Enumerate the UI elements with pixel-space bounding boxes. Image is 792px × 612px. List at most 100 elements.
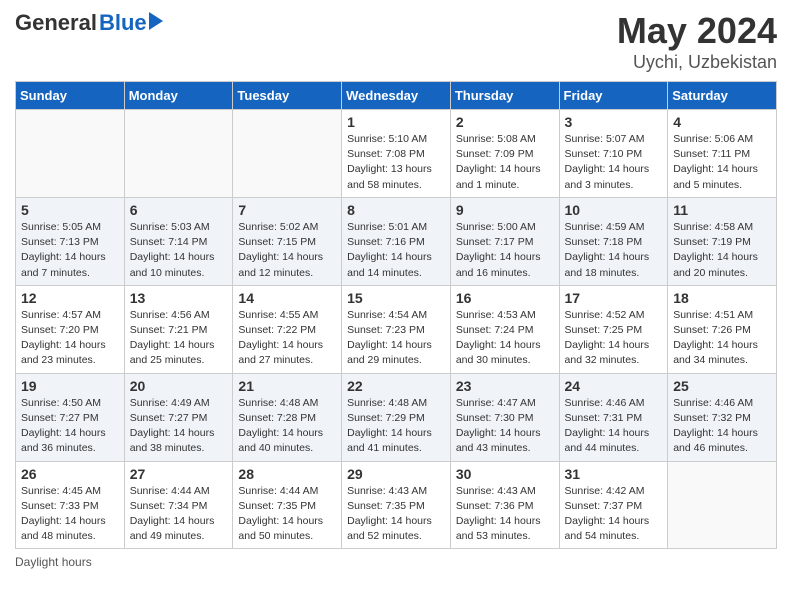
day-info: Sunrise: 4:47 AMSunset: 7:30 PMDaylight:… bbox=[456, 396, 554, 457]
day-number: 19 bbox=[21, 378, 119, 394]
day-info: Sunrise: 4:59 AMSunset: 7:18 PMDaylight:… bbox=[565, 220, 663, 281]
footer: Daylight hours bbox=[15, 555, 777, 569]
day-number: 31 bbox=[565, 466, 663, 482]
calendar-cell bbox=[124, 110, 233, 198]
day-info: Sunrise: 4:44 AMSunset: 7:34 PMDaylight:… bbox=[130, 484, 228, 545]
day-number: 24 bbox=[565, 378, 663, 394]
calendar-week-row: 19 Sunrise: 4:50 AMSunset: 7:27 PMDayligh… bbox=[16, 373, 777, 461]
calendar-week-row: 1 Sunrise: 5:10 AMSunset: 7:08 PMDaylight… bbox=[16, 110, 777, 198]
day-number: 3 bbox=[565, 114, 663, 130]
day-number: 6 bbox=[130, 202, 228, 218]
day-number: 8 bbox=[347, 202, 445, 218]
day-number: 18 bbox=[673, 290, 771, 306]
calendar-cell: 1 Sunrise: 5:10 AMSunset: 7:08 PMDaylight… bbox=[342, 110, 451, 198]
day-info: Sunrise: 4:42 AMSunset: 7:37 PMDaylight:… bbox=[565, 484, 663, 545]
day-info: Sunrise: 4:49 AMSunset: 7:27 PMDaylight:… bbox=[130, 396, 228, 457]
calendar-cell: 25 Sunrise: 4:46 AMSunset: 7:32 PMDayligh… bbox=[668, 373, 777, 461]
weekday-header-row: SundayMondayTuesdayWednesdayThursdayFrid… bbox=[16, 82, 777, 110]
calendar-cell: 2 Sunrise: 5:08 AMSunset: 7:09 PMDaylight… bbox=[450, 110, 559, 198]
calendar-cell: 20 Sunrise: 4:49 AMSunset: 7:27 PMDayligh… bbox=[124, 373, 233, 461]
day-number: 30 bbox=[456, 466, 554, 482]
day-number: 23 bbox=[456, 378, 554, 394]
day-info: Sunrise: 4:45 AMSunset: 7:33 PMDaylight:… bbox=[21, 484, 119, 545]
weekday-header: Sunday bbox=[16, 82, 125, 110]
day-number: 16 bbox=[456, 290, 554, 306]
calendar-cell: 19 Sunrise: 4:50 AMSunset: 7:27 PMDayligh… bbox=[16, 373, 125, 461]
day-number: 22 bbox=[347, 378, 445, 394]
day-info: Sunrise: 4:51 AMSunset: 7:26 PMDaylight:… bbox=[673, 308, 771, 369]
day-info: Sunrise: 4:52 AMSunset: 7:25 PMDaylight:… bbox=[565, 308, 663, 369]
calendar-cell: 8 Sunrise: 5:01 AMSunset: 7:16 PMDaylight… bbox=[342, 197, 451, 285]
day-info: Sunrise: 4:48 AMSunset: 7:29 PMDaylight:… bbox=[347, 396, 445, 457]
day-info: Sunrise: 5:01 AMSunset: 7:16 PMDaylight:… bbox=[347, 220, 445, 281]
calendar-cell: 17 Sunrise: 4:52 AMSunset: 7:25 PMDayligh… bbox=[559, 285, 668, 373]
weekday-header: Friday bbox=[559, 82, 668, 110]
header: General Blue May 2024 Uychi, Uzbekistan bbox=[15, 10, 777, 73]
weekday-header: Monday bbox=[124, 82, 233, 110]
day-number: 25 bbox=[673, 378, 771, 394]
day-number: 1 bbox=[347, 114, 445, 130]
calendar-cell: 23 Sunrise: 4:47 AMSunset: 7:30 PMDayligh… bbox=[450, 373, 559, 461]
calendar-week-row: 5 Sunrise: 5:05 AMSunset: 7:13 PMDaylight… bbox=[16, 197, 777, 285]
calendar-cell: 16Sunrise: 4:53 AMSunset: 7:24 PMDayligh… bbox=[450, 285, 559, 373]
calendar-cell: 6Sunrise: 5:03 AMSunset: 7:14 PMDaylight… bbox=[124, 197, 233, 285]
day-number: 10 bbox=[565, 202, 663, 218]
calendar-cell: 22 Sunrise: 4:48 AMSunset: 7:29 PMDayligh… bbox=[342, 373, 451, 461]
day-number: 27 bbox=[130, 466, 228, 482]
day-info: Sunrise: 5:10 AMSunset: 7:08 PMDaylight:… bbox=[347, 132, 445, 193]
calendar-cell: 4Sunrise: 5:06 AMSunset: 7:11 PMDaylight… bbox=[668, 110, 777, 198]
calendar-cell: 24 Sunrise: 4:46 AMSunset: 7:31 PMDayligh… bbox=[559, 373, 668, 461]
day-number: 7 bbox=[238, 202, 336, 218]
day-number: 14 bbox=[238, 290, 336, 306]
weekday-header: Thursday bbox=[450, 82, 559, 110]
day-number: 13 bbox=[130, 290, 228, 306]
day-info: Sunrise: 4:48 AMSunset: 7:28 PMDaylight:… bbox=[238, 396, 336, 457]
calendar-cell: 12 Sunrise: 4:57 AMSunset: 7:20 PMDayligh… bbox=[16, 285, 125, 373]
day-number: 26 bbox=[21, 466, 119, 482]
day-number: 20 bbox=[130, 378, 228, 394]
day-number: 5 bbox=[21, 202, 119, 218]
logo-blue: Blue bbox=[99, 10, 147, 36]
calendar-cell: 13Sunrise: 4:56 AMSunset: 7:21 PMDayligh… bbox=[124, 285, 233, 373]
logo-text: General Blue bbox=[15, 10, 163, 36]
calendar-cell bbox=[16, 110, 125, 198]
logo: General Blue bbox=[15, 10, 163, 36]
weekday-header: Wednesday bbox=[342, 82, 451, 110]
day-info: Sunrise: 4:55 AMSunset: 7:22 PMDaylight:… bbox=[238, 308, 336, 369]
day-info: Sunrise: 5:05 AMSunset: 7:13 PMDaylight:… bbox=[21, 220, 119, 281]
calendar-cell: 7Sunrise: 5:02 AMSunset: 7:15 PMDaylight… bbox=[233, 197, 342, 285]
calendar-cell: 9 Sunrise: 5:00 AMSunset: 7:17 PMDaylight… bbox=[450, 197, 559, 285]
day-info: Sunrise: 4:44 AMSunset: 7:35 PMDaylight:… bbox=[238, 484, 336, 545]
day-info: Sunrise: 5:08 AMSunset: 7:09 PMDaylight:… bbox=[456, 132, 554, 193]
calendar-cell: 14 Sunrise: 4:55 AMSunset: 7:22 PMDayligh… bbox=[233, 285, 342, 373]
calendar-cell: 31 Sunrise: 4:42 AMSunset: 7:37 PMDayligh… bbox=[559, 461, 668, 549]
calendar-cell: 18 Sunrise: 4:51 AMSunset: 7:26 PMDayligh… bbox=[668, 285, 777, 373]
daylight-label: Daylight hours bbox=[15, 555, 92, 569]
calendar-cell: 15Sunrise: 4:54 AMSunset: 7:23 PMDayligh… bbox=[342, 285, 451, 373]
logo-arrow-icon bbox=[149, 12, 163, 30]
location-title: Uychi, Uzbekistan bbox=[617, 52, 777, 73]
day-number: 4 bbox=[673, 114, 771, 130]
day-info: Sunrise: 5:07 AMSunset: 7:10 PMDaylight:… bbox=[565, 132, 663, 193]
month-title: May 2024 bbox=[617, 10, 777, 52]
day-info: Sunrise: 4:57 AMSunset: 7:20 PMDaylight:… bbox=[21, 308, 119, 369]
day-number: 9 bbox=[456, 202, 554, 218]
page: General Blue May 2024 Uychi, Uzbekistan … bbox=[0, 0, 792, 579]
day-number: 2 bbox=[456, 114, 554, 130]
logo-general: General bbox=[15, 10, 97, 36]
day-info: Sunrise: 4:50 AMSunset: 7:27 PMDaylight:… bbox=[21, 396, 119, 457]
day-info: Sunrise: 4:46 AMSunset: 7:31 PMDaylight:… bbox=[565, 396, 663, 457]
day-number: 29 bbox=[347, 466, 445, 482]
calendar-week-row: 26 Sunrise: 4:45 AMSunset: 7:33 PMDayligh… bbox=[16, 461, 777, 549]
weekday-header: Saturday bbox=[668, 82, 777, 110]
calendar-cell: 30Sunrise: 4:43 AMSunset: 7:36 PMDayligh… bbox=[450, 461, 559, 549]
calendar-cell bbox=[668, 461, 777, 549]
day-info: Sunrise: 5:00 AMSunset: 7:17 PMDaylight:… bbox=[456, 220, 554, 281]
title-area: May 2024 Uychi, Uzbekistan bbox=[617, 10, 777, 73]
calendar-cell: 11Sunrise: 4:58 AMSunset: 7:19 PMDayligh… bbox=[668, 197, 777, 285]
weekday-header: Tuesday bbox=[233, 82, 342, 110]
day-number: 17 bbox=[565, 290, 663, 306]
day-number: 12 bbox=[21, 290, 119, 306]
day-info: Sunrise: 4:46 AMSunset: 7:32 PMDaylight:… bbox=[673, 396, 771, 457]
day-info: Sunrise: 4:43 AMSunset: 7:35 PMDaylight:… bbox=[347, 484, 445, 545]
